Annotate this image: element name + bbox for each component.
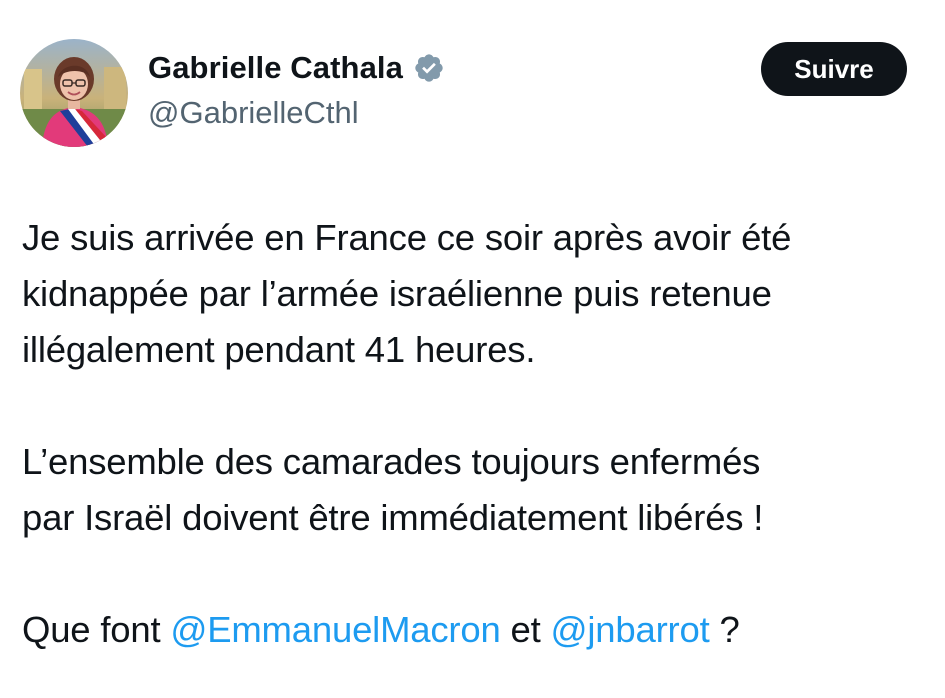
follow-button[interactable]: Suivre <box>761 42 907 96</box>
verified-badge-icon[interactable] <box>413 52 445 84</box>
tweet-line: kidnappée par l’armée israélienne puis r… <box>22 273 772 314</box>
avatar-image <box>20 39 128 147</box>
tweet-line: L’ensemble des camarades toujours enferm… <box>22 441 761 482</box>
tweet-paragraph-2: L’ensemble des camarades toujours enferm… <box>22 434 922 546</box>
tweet-text-segment: ? <box>709 609 740 650</box>
author-handle[interactable]: @GabrielleCthl <box>148 95 359 131</box>
mention-link-emmanuelmacron[interactable]: @EmmanuelMacron <box>170 609 500 650</box>
tweet-text-segment: et <box>500 609 551 650</box>
tweet-paragraph-1: Je suis arrivée en France ce soir après … <box>22 210 922 378</box>
tweet-text-segment: Que font <box>22 609 171 650</box>
tweet-paragraph-3: Que font @EmmanuelMacron et @jnbarrot ? <box>22 602 922 658</box>
tweet-line: Je suis arrivée en France ce soir après … <box>22 217 792 258</box>
avatar[interactable] <box>20 39 128 147</box>
author-display-name[interactable]: Gabrielle Cathala <box>148 50 403 86</box>
tweet-card: Gabrielle Cathala @GabrielleCthl Suivre … <box>0 0 945 698</box>
tweet-line: par Israël doivent être immédiatement li… <box>22 497 764 538</box>
tweet-line: illégalement pendant 41 heures. <box>22 329 536 370</box>
mention-link-jnbarrot[interactable]: @jnbarrot <box>551 609 710 650</box>
author-name-row: Gabrielle Cathala <box>148 50 445 86</box>
tweet-text: Je suis arrivée en France ce soir après … <box>22 210 922 658</box>
